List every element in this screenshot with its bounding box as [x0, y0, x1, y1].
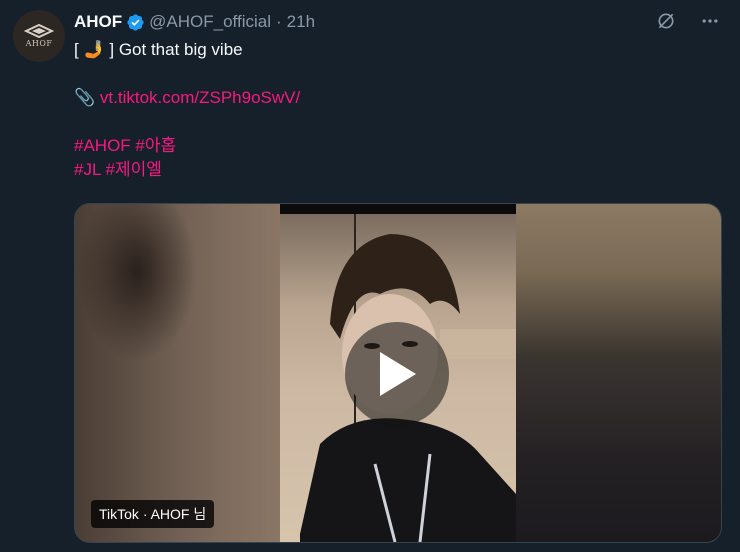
paperclip-icon: 📎 [74, 88, 96, 107]
tweet-actions-top [656, 11, 720, 31]
more-icon[interactable] [700, 11, 720, 31]
tweet-line-1: [ 🤳 ] Got that big vibe [74, 38, 300, 62]
play-icon [380, 352, 416, 396]
video-blur-left [75, 204, 281, 542]
video-blur-right [515, 204, 721, 542]
user-handle[interactable]: @AHOF_official [149, 12, 271, 32]
link-line: 📎 vt.tiktok.com/ZSPh9oSwV/ [74, 86, 300, 110]
tweet-caption: ] Got that big vibe [109, 40, 243, 59]
ahof-logo-icon [24, 24, 54, 38]
hashtags-line-1[interactable]: #AHOF #아홉 [74, 134, 300, 158]
selfie-emoji: 🤳 [83, 40, 105, 59]
tweet-timestamp[interactable]: 21h [287, 12, 315, 32]
hashtags-line-2[interactable]: #JL #제이엘 [74, 158, 300, 182]
video-card[interactable]: TikTok · AHOF 님 [74, 203, 722, 543]
verified-icon [127, 13, 144, 31]
grok-icon[interactable] [656, 11, 676, 31]
tweet-header: AHOF @AHOF_official · 21h [74, 11, 315, 33]
header-separator: · [276, 12, 282, 31]
video-source-badge: TikTok · AHOF 님 [91, 500, 215, 528]
tiktok-link[interactable]: vt.tiktok.com/ZSPh9oSwV/ [100, 88, 300, 107]
display-name[interactable]: AHOF [74, 12, 122, 32]
tweet-text: [ 🤳 ] Got that big vibe 📎 vt.tiktok.com/… [74, 38, 300, 182]
avatar-logo-text: AHOF [25, 39, 53, 48]
avatar[interactable]: AHOF [13, 10, 65, 62]
bracket-open: [ [74, 40, 79, 59]
play-button[interactable] [345, 322, 449, 426]
